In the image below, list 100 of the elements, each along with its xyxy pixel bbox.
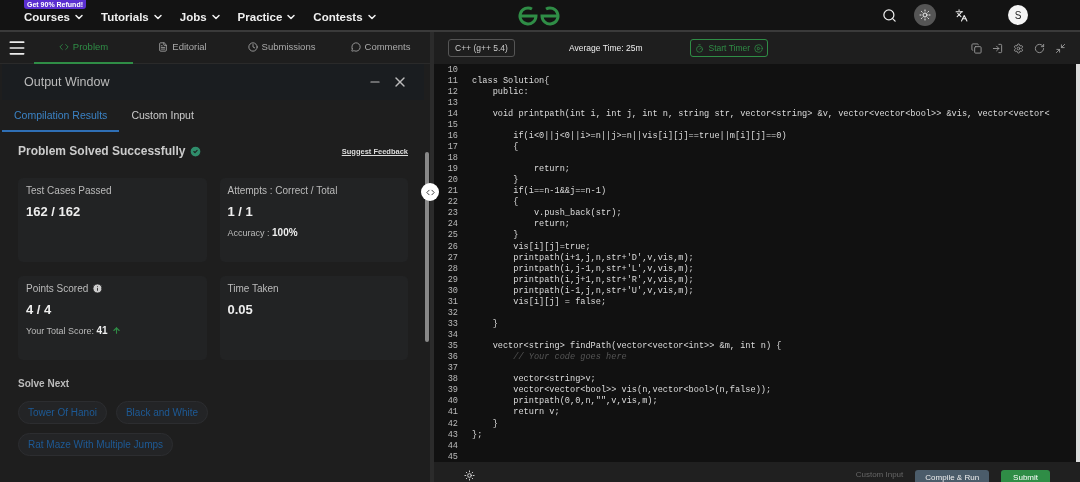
line-number: 43	[446, 429, 459, 440]
line-number: 20	[446, 175, 459, 186]
document-icon	[158, 41, 169, 52]
line-number: 15	[446, 119, 459, 130]
nav-menu[interactable]: Jobs	[179, 11, 222, 23]
code-line: return;	[532, 164, 570, 175]
line-number: 26	[446, 241, 459, 252]
stat-value: 0.05	[227, 302, 254, 317]
timer-icon	[695, 43, 705, 53]
scrollbar[interactable]	[425, 152, 429, 342]
compile-run-button[interactable]: Compile & Run	[915, 470, 990, 482]
line-number: 25	[446, 230, 459, 241]
line-number: 37	[446, 363, 459, 374]
line-number: 22	[446, 197, 459, 208]
settings-icon[interactable]	[1013, 42, 1024, 54]
comment-icon	[350, 41, 361, 52]
line-number: 24	[446, 219, 459, 230]
code-line: printpath(i+1,j,n,str+'D',v,vis,m);	[512, 252, 694, 263]
stat-note: Accuracy : 100%	[227, 227, 298, 238]
line-number: 31	[446, 296, 459, 307]
line-number: 27	[446, 252, 459, 263]
line-number: 18	[446, 153, 459, 164]
submit-button[interactable]: Submit	[1001, 470, 1050, 482]
info-icon[interactable]	[92, 283, 104, 294]
line-number: 16	[446, 130, 459, 141]
stat-note: Your Total Score: 41	[26, 325, 108, 336]
line-number: 39	[446, 385, 459, 396]
code-line: void printpath(int i, int j, int n, string str, vector<string> &v, vector<vector<bool>> &vis, vector<vector<	[491, 108, 1050, 119]
stat-label: Attempts : Correct / Total	[227, 185, 338, 196]
code-line: printpath(i,j+1,n,str+'R',v,vis,m);	[512, 274, 694, 285]
language-dropdown[interactable]: C++ (g++ 5.4)	[448, 39, 515, 57]
code-line: {	[512, 197, 519, 208]
stat-value: 4 / 4	[26, 302, 53, 317]
code-line: }	[491, 318, 498, 329]
line-number: 19	[446, 164, 459, 175]
line-number: 44	[446, 440, 459, 451]
code-line: printpath(i-1,j,n,str+'U',v,vis,m);	[512, 285, 694, 296]
line-number: 14	[446, 108, 459, 119]
line-number: 41	[446, 407, 459, 418]
line-number: 34	[446, 330, 459, 341]
line-number: 32	[446, 307, 459, 318]
code-line: if(i==n-1&&j==n-1)	[512, 186, 607, 197]
code-line: printpath(0,0,n,"",v,vis,m);	[512, 396, 658, 407]
line-number: 36	[446, 352, 459, 363]
line-number: 23	[446, 208, 459, 219]
stat-label: Time Taken	[227, 283, 279, 294]
output-window-title: Output Window	[24, 75, 111, 89]
code-icon	[58, 41, 69, 52]
start-timer-button[interactable]: Start Timer	[690, 39, 769, 57]
line-number: 33	[446, 318, 459, 329]
line-number: 29	[446, 274, 459, 285]
line-number: 30	[446, 285, 459, 296]
problem-tab[interactable]: Submissions	[232, 31, 331, 64]
collapse-icon[interactable]	[1055, 42, 1066, 54]
code-line: vis[i][j]=true;	[512, 241, 591, 252]
import-icon[interactable]	[992, 42, 1003, 54]
clock-icon	[247, 41, 258, 52]
line-number: 35	[446, 341, 459, 352]
stat-value: 1 / 1	[227, 204, 254, 219]
code-editor[interactable]	[434, 64, 1080, 462]
output-tab[interactable]: Compilation Results	[2, 100, 120, 132]
section-title: Solve Next	[18, 378, 71, 389]
line-number: 12	[446, 86, 459, 97]
code-line: v.push_back(str);	[532, 208, 622, 219]
line-number: 38	[446, 374, 459, 385]
nav-menu[interactable]: Tutorials	[101, 11, 164, 23]
play-icon	[754, 43, 764, 53]
line-number: 10	[446, 64, 459, 75]
check-icon	[189, 144, 203, 158]
sun-icon[interactable]	[464, 470, 475, 481]
copy-icon[interactable]	[971, 42, 982, 54]
stat-value: 162 / 162	[26, 204, 82, 219]
problem-tab[interactable]: Editorial	[133, 31, 232, 64]
line-number: 13	[446, 97, 459, 108]
user-avatar[interactable]: S	[1008, 5, 1028, 25]
status-text: Problem Solved Successfully	[18, 144, 186, 158]
code-line: };	[472, 429, 483, 440]
code-line: printpath(i,j-1,n,str+'L',v,vis,m);	[512, 263, 694, 274]
nav-menu[interactable]: Contests	[313, 11, 378, 23]
code-line: vector<string> findPath(vector<vector<int>> &m, int n) {	[491, 341, 782, 352]
output-tab[interactable]: Custom Input	[119, 100, 206, 132]
line-number: 17	[446, 141, 459, 152]
code-line: class Solution{	[472, 75, 550, 86]
code-line: }	[491, 418, 498, 429]
line-number: 45	[446, 451, 459, 462]
code-line: // Your code goes here	[512, 352, 627, 363]
code-line: vector<vector<bool>> vis(n,vector<bool>(n,false));	[512, 385, 772, 396]
nav-menu[interactable]: Courses	[24, 11, 86, 23]
reset-icon[interactable]	[1034, 42, 1045, 54]
nav-menu[interactable]: Practice	[237, 11, 298, 23]
logo-icon[interactable]	[517, 5, 561, 27]
stat-label: Test Cases Passed	[26, 185, 112, 196]
line-number: 28	[446, 263, 459, 274]
line-number: 40	[446, 396, 459, 407]
theme-toggle-icon[interactable]	[914, 4, 936, 26]
code-line: vector<string>v;	[512, 374, 596, 385]
line-number: 21	[446, 186, 459, 197]
code-line: public:	[491, 86, 529, 97]
problem-tab[interactable]: Comments	[331, 31, 430, 64]
code-line: vis[i][j] = false;	[512, 296, 607, 307]
